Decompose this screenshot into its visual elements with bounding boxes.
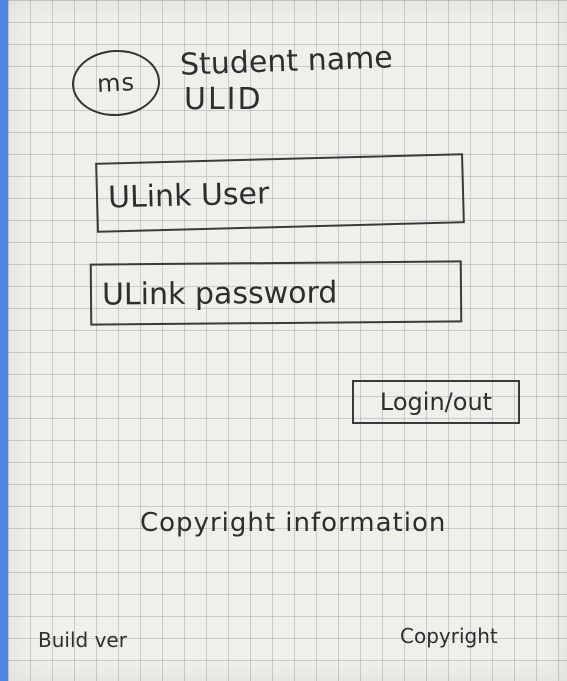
ulink-password-field[interactable]: ULink password: [89, 260, 463, 326]
student-name: Student name: [179, 40, 394, 83]
sketch-paper: ms Student name ULID ULink User ULink pa…: [8, 0, 567, 681]
avatar-initials: ms: [96, 68, 136, 98]
login-logout-label: Login/out: [379, 388, 493, 416]
student-id: ULID: [184, 82, 263, 117]
copyright-information: Copyright information: [140, 508, 447, 538]
ulink-user-label: ULink User: [107, 175, 270, 215]
ulink-password-label: ULink password: [101, 274, 338, 313]
copyright-footer: Copyright: [400, 624, 498, 648]
login-logout-button[interactable]: Login/out: [352, 380, 520, 424]
ulink-user-field[interactable]: ULink User: [95, 153, 465, 233]
build-version: Build ver: [38, 628, 127, 652]
avatar: ms: [70, 47, 162, 119]
